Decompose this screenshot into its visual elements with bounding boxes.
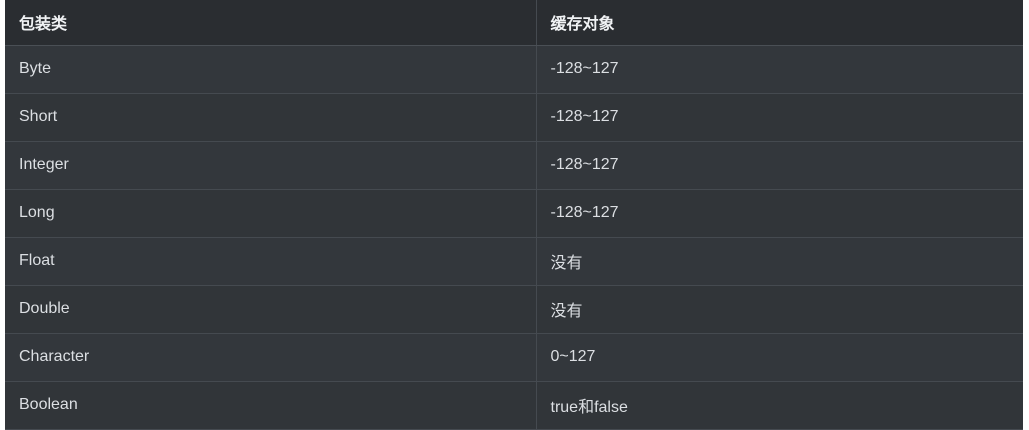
header-wrapper-class: 包装类 (5, 0, 537, 46)
cell-wrapper-class: Float (5, 237, 537, 286)
cell-cache-range: 没有 (536, 285, 1023, 334)
table-row: Short -128~127 (5, 93, 1023, 142)
cell-cache-range: true和false (536, 381, 1023, 430)
cell-cache-range: -128~127 (536, 45, 1023, 94)
table-row: Integer -128~127 (5, 141, 1023, 190)
wrapper-cache-table: 包装类 缓存对象 Byte -128~127 Short -128~127 In… (5, 0, 1023, 430)
cell-wrapper-class: Long (5, 189, 537, 238)
wrapper-cache-table-container: 包装类 缓存对象 Byte -128~127 Short -128~127 In… (5, 0, 1023, 430)
table-row: Byte -128~127 (5, 45, 1023, 94)
cell-cache-range: -128~127 (536, 141, 1023, 190)
cell-cache-range: 没有 (536, 237, 1023, 286)
table-row: Double 没有 (5, 285, 1023, 334)
cell-wrapper-class: Boolean (5, 381, 537, 430)
cell-cache-range: 0~127 (536, 333, 1023, 382)
cell-wrapper-class: Character (5, 333, 537, 382)
cell-cache-range: -128~127 (536, 189, 1023, 238)
cell-wrapper-class: Integer (5, 141, 537, 190)
table-row: Float 没有 (5, 237, 1023, 286)
cell-wrapper-class: Short (5, 93, 537, 142)
header-cached-objects: 缓存对象 (536, 0, 1023, 46)
cell-wrapper-class: Byte (5, 45, 537, 94)
table-header-row: 包装类 缓存对象 (5, 0, 1023, 46)
table-row: Character 0~127 (5, 333, 1023, 382)
table-row: Boolean true和false (5, 381, 1023, 430)
cell-cache-range: -128~127 (536, 93, 1023, 142)
cell-wrapper-class: Double (5, 285, 537, 334)
table-row: Long -128~127 (5, 189, 1023, 238)
